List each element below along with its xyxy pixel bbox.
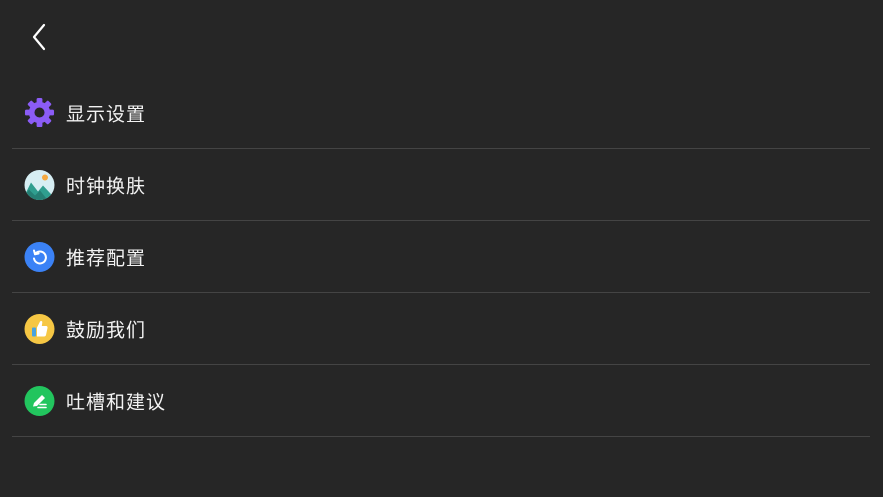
- chevron-left-icon: [31, 23, 47, 55]
- menu-item-feedback[interactable]: 吐槽和建议: [12, 365, 870, 437]
- settings-screen: 显示设置 时钟换肤 推荐配置 鼓励我们 吐槽和建议: [0, 0, 883, 497]
- menu-item-display-settings[interactable]: 显示设置: [12, 77, 870, 149]
- refresh-icon: [24, 241, 55, 272]
- gear-icon: [24, 97, 55, 128]
- thumbs-up-icon: [24, 313, 55, 344]
- menu-item-label: 鼓励我们: [66, 319, 147, 341]
- menu-item-recommended-config[interactable]: 推荐配置: [12, 221, 870, 293]
- menu-item-label: 时钟换肤: [66, 175, 147, 197]
- menu-item-clock-skin[interactable]: 时钟换肤: [12, 149, 870, 221]
- back-button[interactable]: [22, 20, 56, 58]
- menu-item-label: 显示设置: [66, 103, 147, 125]
- menu-item-label: 推荐配置: [66, 247, 147, 269]
- edit-icon: [24, 385, 55, 416]
- landscape-icon: [24, 169, 55, 200]
- menu-item-label: 吐槽和建议: [66, 391, 167, 413]
- menu-item-encourage-us[interactable]: 鼓励我们: [12, 293, 870, 365]
- settings-menu: 显示设置 时钟换肤 推荐配置 鼓励我们 吐槽和建议: [12, 77, 870, 437]
